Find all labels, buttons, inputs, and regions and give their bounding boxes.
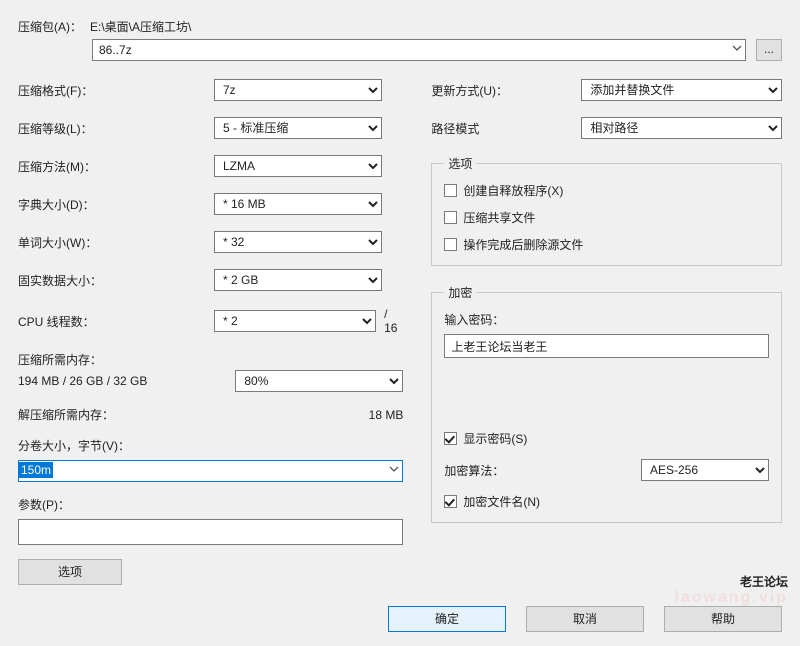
sfx-label: 创建自释放程序(X): [463, 182, 563, 199]
solid-select[interactable]: * 2 GB: [214, 269, 382, 291]
cancel-button[interactable]: 取消: [526, 606, 644, 632]
sfx-checkbox[interactable]: [444, 184, 457, 197]
format-label: 压缩格式(F)：: [18, 82, 214, 99]
mem-decomp-label: 解压缩所需内存：: [18, 406, 114, 423]
solid-label: 固实数据大小：: [18, 272, 214, 289]
pathmode-select[interactable]: 相对路径: [581, 117, 782, 139]
enc-algo-label: 加密算法：: [444, 462, 641, 479]
params-label: 参数(P)：: [18, 496, 403, 513]
volume-label: 分卷大小，字节(V)：: [18, 437, 403, 454]
update-label: 更新方式(U)：: [431, 82, 581, 99]
archive-filename-input[interactable]: [92, 39, 746, 61]
password-label: 输入密码：: [444, 311, 769, 328]
word-label: 单词大小(W)：: [18, 234, 214, 251]
shared-checkbox[interactable]: [444, 211, 457, 224]
update-select[interactable]: 添加并替换文件: [581, 79, 782, 101]
mem-comp-label: 压缩所需内存：: [18, 351, 403, 368]
word-select[interactable]: * 32: [214, 231, 382, 253]
password-input[interactable]: [444, 334, 769, 358]
right-column: 更新方式(U)： 添加并替换文件 路径模式 相对路径 选项 创建自释放程序(X)…: [431, 79, 782, 585]
show-password-checkbox[interactable]: [444, 432, 457, 445]
enc-algo-select[interactable]: AES-256: [641, 459, 769, 481]
method-label: 压缩方法(M)：: [18, 158, 214, 175]
level-select[interactable]: 5 - 标准压缩: [214, 117, 382, 139]
left-column: 压缩格式(F)： 7z 压缩等级(L)： 5 - 标准压缩 压缩方法(M)： L…: [18, 79, 403, 585]
threads-select[interactable]: * 2: [214, 310, 376, 332]
format-select[interactable]: 7z: [214, 79, 382, 101]
encrypt-names-label: 加密文件名(N): [463, 493, 540, 510]
threads-total: / 16: [384, 307, 403, 335]
level-label: 压缩等级(L)：: [18, 120, 214, 137]
browse-button[interactable]: ...: [756, 39, 782, 61]
mem-decomp-value: 18 MB: [369, 408, 404, 422]
method-select[interactable]: LZMA: [214, 155, 382, 177]
mem-pct-select[interactable]: 80%: [235, 370, 403, 392]
ok-button[interactable]: 确定: [388, 606, 506, 632]
threads-label: CPU 线程数：: [18, 313, 214, 330]
dict-label: 字典大小(D)：: [18, 196, 214, 213]
shared-label: 压缩共享文件: [463, 209, 535, 226]
help-button[interactable]: 帮助: [664, 606, 782, 632]
volume-input[interactable]: [18, 460, 403, 482]
options-button[interactable]: 选项: [18, 559, 122, 585]
delete-after-label: 操作完成后删除源文件: [463, 236, 583, 253]
options-group: 选项 创建自释放程序(X) 压缩共享文件 操作完成后删除源文件: [431, 155, 782, 266]
pathmode-label: 路径模式: [431, 120, 581, 137]
footer-buttons: 确定 取消 帮助: [388, 606, 782, 632]
options-legend: 选项: [444, 155, 476, 172]
show-password-label: 显示密码(S): [463, 430, 527, 447]
volume-value-selected: 150m: [19, 462, 53, 478]
encryption-group: 加密 输入密码： 显示密码(S) 加密算法： AES-256 加密文件名(N): [431, 284, 782, 523]
archive-path-prefix: E:\桌面\A压缩工坊\: [90, 18, 191, 35]
archive-label: 压缩包(A)：: [18, 18, 82, 35]
encrypt-names-checkbox[interactable]: [444, 495, 457, 508]
encryption-legend: 加密: [444, 284, 476, 301]
dict-select[interactable]: * 16 MB: [214, 193, 382, 215]
params-input[interactable]: [18, 519, 403, 545]
mem-comp-value: 194 MB / 26 GB / 32 GB: [18, 374, 214, 388]
delete-after-checkbox[interactable]: [444, 238, 457, 251]
